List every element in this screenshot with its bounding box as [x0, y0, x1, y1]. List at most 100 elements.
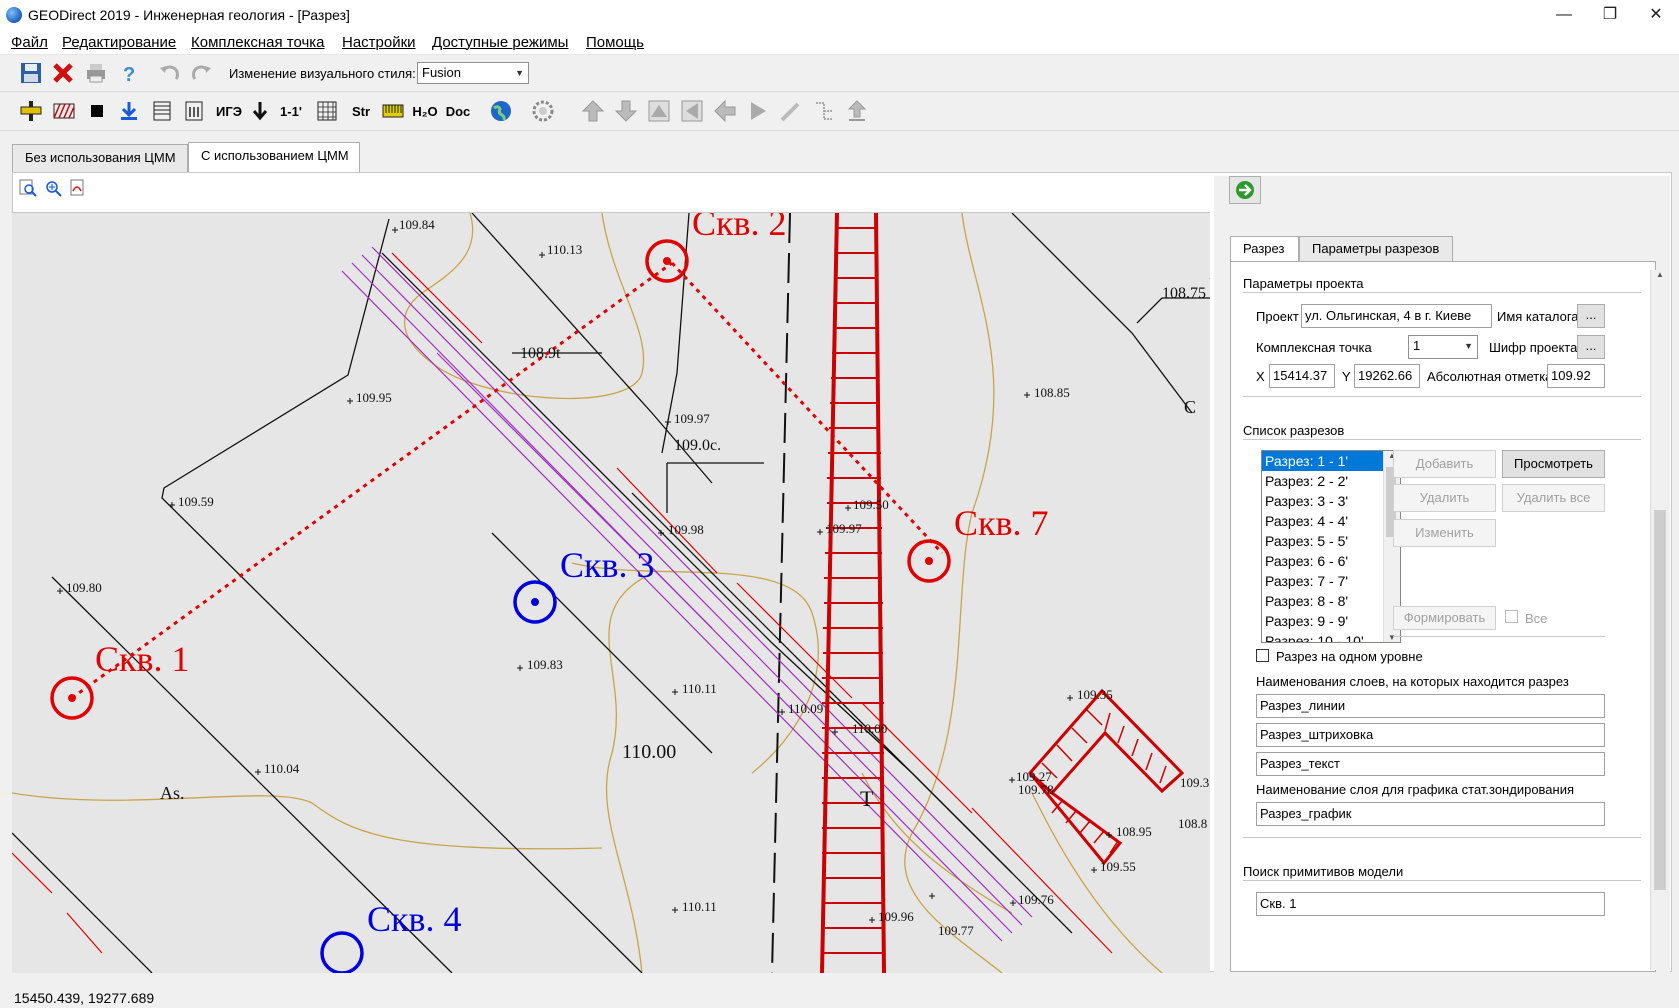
all-checkbox[interactable] — [1505, 610, 1518, 623]
download-icon[interactable] — [116, 98, 142, 124]
tab-section-params[interactable]: Параметры разрезов — [1299, 236, 1453, 262]
list-item[interactable]: Разрез: 5 - 5' — [1262, 531, 1400, 551]
abs-elevation-field[interactable]: 109.92 — [1547, 364, 1605, 388]
list-item[interactable]: Разрез: 1 - 1' — [1262, 451, 1400, 471]
menu-bar: Файл Редактирование Комплексная точка На… — [0, 30, 1679, 55]
elev-label: 109.3 — [1180, 775, 1209, 790]
zoom-fit-icon[interactable] — [18, 178, 38, 198]
export-up-icon[interactable] — [844, 98, 870, 124]
fill-square-icon[interactable] — [84, 98, 110, 124]
catalog-browse-button[interactable]: ... — [1577, 304, 1605, 328]
menu-modes[interactable]: Доступные режимы — [432, 34, 568, 51]
list-item[interactable]: Разрез: 8 - 8' — [1262, 591, 1400, 611]
ige-tool[interactable]: ИГЭ — [214, 98, 244, 124]
tab-with-dtm[interactable]: С использованием ЦММ — [188, 142, 360, 172]
close-window-button[interactable]: ✕ — [1633, 0, 1679, 30]
y-field[interactable]: 19262.66 — [1354, 364, 1420, 388]
project-field[interactable]: ул. Ольгинская, 4 в г. Киеве — [1301, 304, 1492, 328]
print-icon[interactable] — [83, 60, 109, 86]
scroll-up-icon[interactable]: ▲ — [1651, 270, 1669, 279]
add-section-button[interactable]: Добавить — [1393, 450, 1496, 478]
list-item[interactable]: Разрез: 9 - 9' — [1262, 611, 1400, 631]
pdf-icon[interactable] — [68, 178, 88, 198]
move-top-icon[interactable] — [646, 98, 672, 124]
app-globe-icon — [6, 7, 22, 23]
edit-section-button[interactable]: Изменить — [1393, 519, 1496, 547]
layer-text-field[interactable]: Разрез_текст — [1256, 752, 1605, 776]
search-primitives-field[interactable]: Скв. 1 — [1256, 892, 1605, 916]
view-section-button[interactable]: Просмотреть — [1502, 450, 1605, 478]
map-canvas[interactable]: 109.84 110.13 108.75 109.95 108.9t 108.8… — [12, 212, 1210, 973]
arrow-down-gray-icon[interactable] — [613, 98, 639, 124]
delete-section-button[interactable]: Удалить — [1393, 484, 1496, 512]
sections-list[interactable]: Разрез: 1 - 1' Разрез: 2 - 2' Разрез: 3 … — [1261, 450, 1401, 643]
one-level-label: Разрез на одном уровне — [1276, 649, 1423, 664]
delete-all-button[interactable]: Удалить все — [1502, 484, 1605, 512]
complex-point-select[interactable]: 1 ▼ — [1408, 335, 1478, 359]
layers-icon[interactable] — [149, 98, 175, 124]
elev-label: 110.04 — [264, 761, 300, 776]
hatch-icon[interactable] — [51, 98, 77, 124]
arrow-down-icon[interactable] — [247, 98, 273, 124]
graph-layer-field[interactable]: Разрез_график — [1256, 802, 1605, 826]
doc-tool[interactable]: Doc — [444, 98, 472, 124]
scroll-down-icon[interactable]: ▼ — [1384, 633, 1400, 642]
grid-icon[interactable] — [314, 98, 340, 124]
elev-label: 109.76 — [1018, 892, 1054, 907]
elev-label: 109.83 — [527, 657, 563, 672]
minimize-button[interactable]: — — [1541, 0, 1587, 30]
cross-section-icon[interactable] — [18, 98, 44, 124]
list-item[interactable]: Разрез: 3 - 3' — [1262, 491, 1400, 511]
list-item[interactable]: Разрез: 4 - 4' — [1262, 511, 1400, 531]
form-button[interactable]: Формировать — [1393, 606, 1496, 630]
list-item[interactable]: Разрез: 2 - 2' — [1262, 471, 1400, 491]
elev-label: 109.98 — [668, 522, 704, 537]
arrow-left-icon[interactable] — [712, 98, 738, 124]
zoom-in-icon[interactable] — [43, 178, 63, 198]
pencil-icon[interactable] — [778, 98, 804, 124]
menu-edit[interactable]: Редактирование — [62, 34, 176, 51]
elev-label: 109.97 — [826, 521, 862, 536]
list-item[interactable]: Разрез: 7 - 7' — [1262, 571, 1400, 591]
globe-icon[interactable] — [488, 98, 514, 124]
list-item[interactable]: Разрез: 6 - 6' — [1262, 551, 1400, 571]
menu-settings[interactable]: Настройки — [342, 34, 416, 51]
layer-hatch-field[interactable]: Разрез_штриховка — [1256, 723, 1605, 747]
arrow-up-icon[interactable] — [580, 98, 606, 124]
tab-without-dtm[interactable]: Без использования ЦММ — [12, 144, 188, 172]
one-level-checkbox[interactable] — [1256, 649, 1269, 662]
move-first-icon[interactable] — [679, 98, 705, 124]
layer-lines-field[interactable]: Разрез_линии — [1256, 694, 1605, 718]
section-tool[interactable]: 1-1' — [276, 98, 306, 124]
settings-gear-icon[interactable] — [530, 98, 556, 124]
panel-scrollbar[interactable]: ▲ — [1650, 270, 1669, 970]
cipher-browse-button[interactable]: ... — [1577, 335, 1605, 359]
maximize-button[interactable]: ❐ — [1587, 0, 1633, 30]
catalog-label: Имя каталога — [1497, 309, 1579, 324]
undo-icon[interactable] — [156, 60, 182, 86]
play-icon[interactable] — [745, 98, 771, 124]
graph-layer-label: Наименование слоя для графика стат.зонди… — [1256, 782, 1575, 797]
menu-help[interactable]: Помощь — [586, 34, 644, 51]
tab-section[interactable]: Разрез — [1230, 236, 1299, 262]
list-item[interactable]: Разрез: 10 - 10' — [1262, 631, 1400, 642]
delete-icon[interactable] — [50, 60, 76, 86]
redo-icon[interactable] — [189, 60, 215, 86]
water-tool[interactable]: H₂O — [411, 98, 439, 124]
save-icon[interactable] — [18, 60, 44, 86]
str-tool[interactable]: Str — [347, 98, 375, 124]
go-forward-button[interactable] — [1229, 176, 1261, 204]
menu-file[interactable]: Файл — [11, 34, 48, 51]
help-icon[interactable]: ? — [115, 60, 141, 86]
style-select[interactable]: Fusion ▼ — [417, 62, 529, 84]
split-icon[interactable] — [811, 98, 837, 124]
ruler-icon[interactable] — [380, 98, 406, 124]
elev-label: 109.50 — [853, 497, 889, 512]
elev-label: 110.00 — [622, 741, 676, 763]
scroll-thumb[interactable] — [1654, 510, 1666, 890]
x-field[interactable]: 15414.37 — [1269, 364, 1335, 388]
map-letter: C — [1184, 397, 1196, 417]
columns-icon[interactable] — [181, 98, 207, 124]
menu-complex-point[interactable]: Комплексная точка — [191, 34, 325, 51]
well-label: Скв. 7 — [954, 503, 1049, 543]
